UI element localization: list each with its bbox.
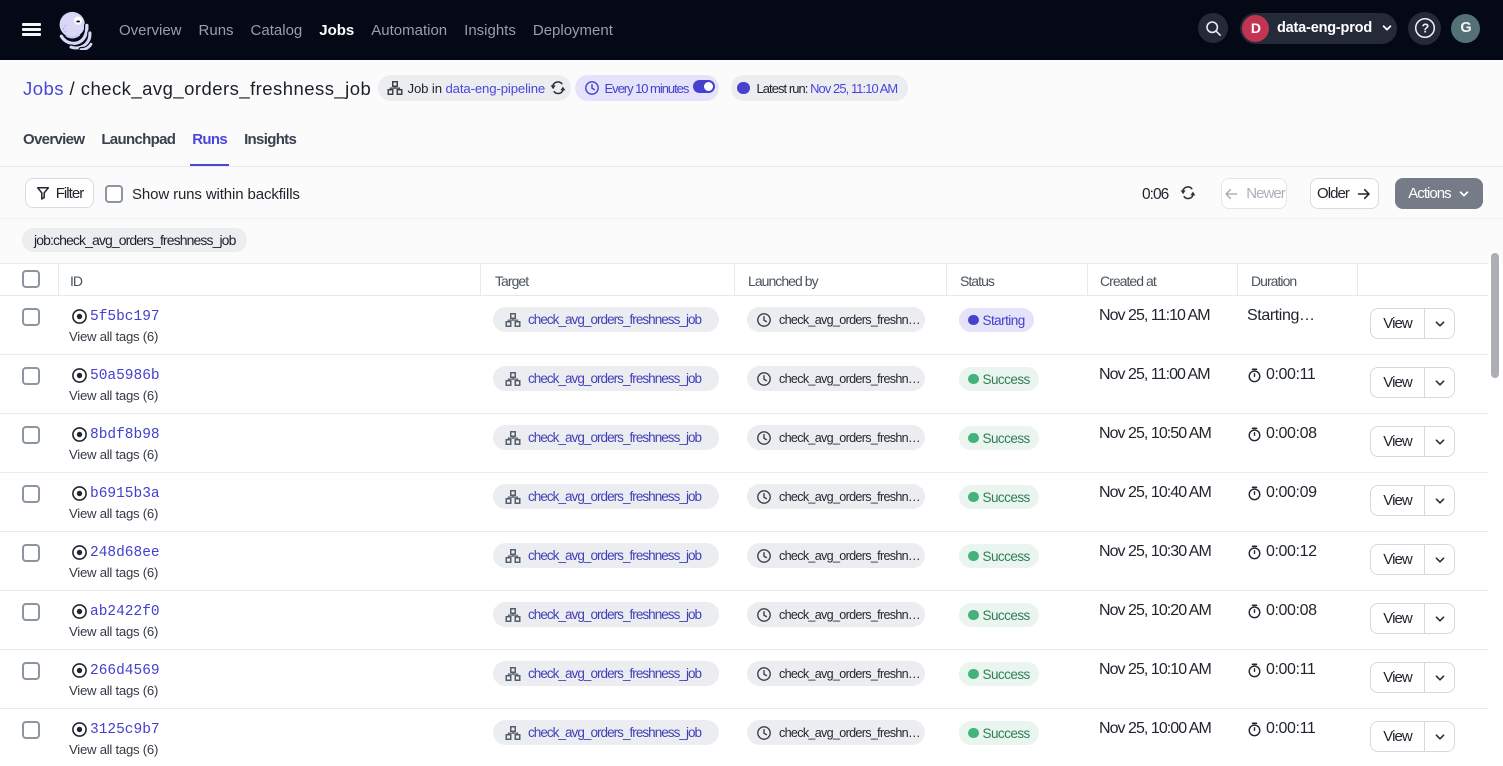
svg-text:?: ?: [1421, 21, 1428, 35]
